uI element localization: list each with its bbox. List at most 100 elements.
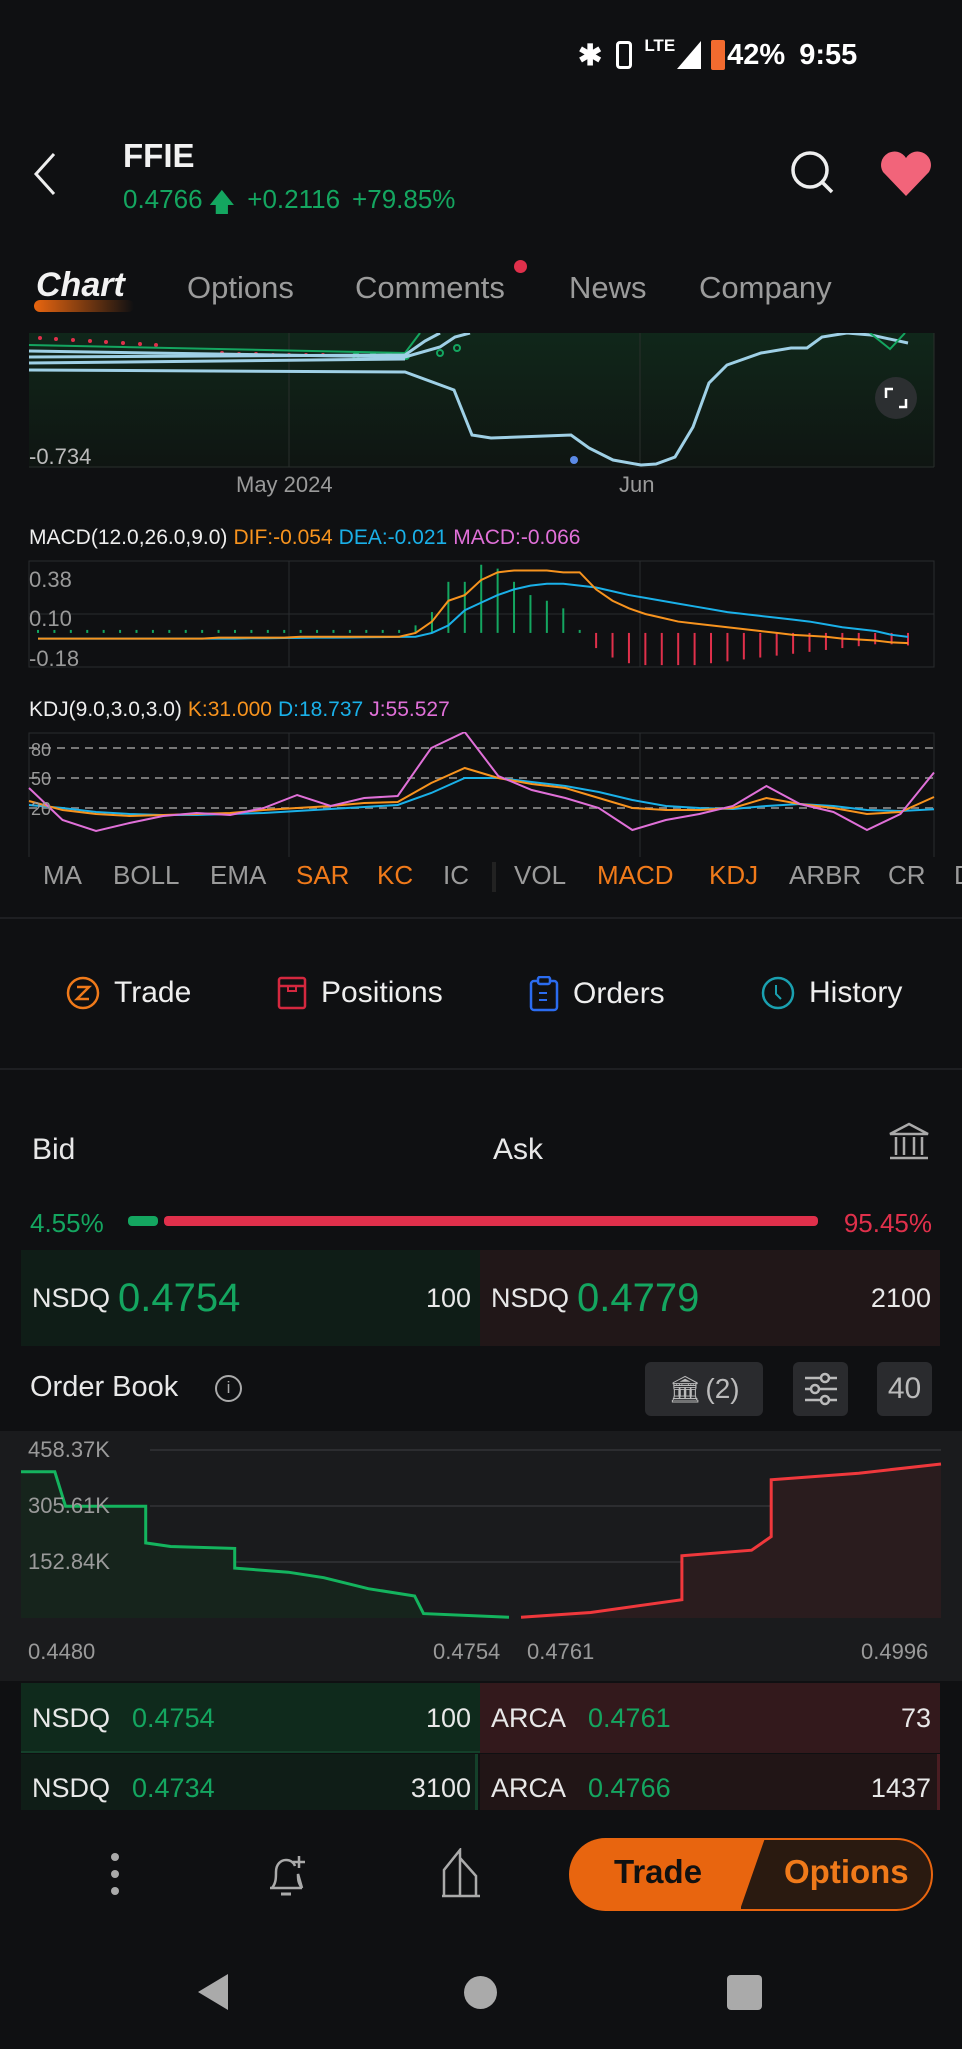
bank-icon: 🏛 bbox=[668, 1373, 702, 1404]
indicator-sar[interactable]: SAR bbox=[296, 860, 349, 891]
orders-action[interactable]: Orders bbox=[529, 976, 665, 1012]
expand-button[interactable] bbox=[875, 377, 917, 419]
tab-active-underline bbox=[34, 300, 134, 312]
trade-button-label: Trade bbox=[614, 1853, 703, 1890]
battery-percent: 42% bbox=[727, 38, 786, 71]
ask-exchange: NSDQ bbox=[491, 1282, 570, 1313]
kdj-chart[interactable] bbox=[0, 732, 962, 857]
depth-y-tick: 305.61K bbox=[28, 1493, 110, 1518]
size: 1437 bbox=[870, 1772, 931, 1803]
tab-news[interactable]: News bbox=[569, 270, 647, 306]
trade-action[interactable]: Trade bbox=[66, 976, 191, 1010]
exchange-bank-icon[interactable] bbox=[888, 1122, 930, 1162]
indicator-ema[interactable]: EMA bbox=[210, 860, 266, 891]
exchange: ARCA bbox=[491, 1702, 567, 1733]
indicator-vol[interactable]: VOL bbox=[514, 860, 566, 891]
bid-price: 0.4754 bbox=[118, 1275, 241, 1320]
indicator-arbr[interactable]: ARBR bbox=[789, 860, 861, 891]
bid-size: 100 bbox=[425, 1282, 471, 1313]
size: 3100 bbox=[410, 1772, 471, 1803]
macd-dea: DEA:-0.021 bbox=[338, 526, 448, 549]
add-alert-bell-icon[interactable] bbox=[266, 1850, 310, 1898]
exchanges-button[interactable]: 🏛 (2) bbox=[645, 1362, 763, 1416]
ask-price: 0.4779 bbox=[577, 1275, 700, 1320]
history-action[interactable]: History bbox=[761, 976, 902, 1010]
macd-y-tick: -0.18 bbox=[29, 646, 80, 671]
macd-y-tick: 0.38 bbox=[29, 567, 72, 592]
trade-label: Trade bbox=[114, 976, 192, 1009]
depth-level-button[interactable]: 40 bbox=[877, 1362, 932, 1416]
positions-icon bbox=[277, 976, 307, 1010]
kdj-title: KDJ(9.0,3.0,3.0) bbox=[29, 698, 182, 721]
signal-icon bbox=[677, 41, 702, 69]
indicator-kdj[interactable]: KDJ bbox=[709, 860, 758, 891]
indicator-ma[interactable]: MA bbox=[43, 860, 82, 891]
ask-row[interactable]: ARCA 0.4761 73 bbox=[491, 1695, 931, 1741]
search-icon[interactable] bbox=[788, 148, 838, 198]
depth-x-tick: 0.4480 bbox=[28, 1639, 96, 1664]
favorite-heart-icon[interactable] bbox=[878, 150, 934, 198]
price-change-pct: +79.85% bbox=[352, 184, 456, 214]
ask-row[interactable]: ARCA 0.4766 1437 bbox=[491, 1765, 931, 1810]
price-chart[interactable] bbox=[0, 333, 962, 473]
macd-title: MACD(12.0,26.0,9.0) bbox=[29, 526, 228, 549]
macd-dif: DIF:-0.054 bbox=[233, 526, 333, 549]
exchange: ARCA bbox=[491, 1772, 567, 1803]
macd-y-tick: 0.10 bbox=[29, 606, 72, 631]
ask-ratio-bar bbox=[164, 1216, 818, 1226]
tab-comments[interactable]: Comments bbox=[355, 270, 505, 306]
tab-company[interactable]: Company bbox=[699, 270, 832, 306]
best-ask: NSDQ 0.4779 2100 bbox=[491, 1270, 931, 1326]
back-button[interactable] bbox=[30, 150, 60, 198]
depth-x-tick: 0.4761 bbox=[527, 1639, 595, 1664]
ticker-symbol: FFIE bbox=[123, 137, 195, 174]
positions-action[interactable]: Positions bbox=[277, 976, 443, 1010]
nav-home-icon[interactable] bbox=[464, 1976, 497, 2009]
indicator-separator bbox=[492, 862, 496, 892]
x-label-jun: Jun bbox=[619, 472, 655, 497]
exchanges-count: (2) bbox=[705, 1373, 740, 1404]
event-marker[interactable] bbox=[570, 456, 578, 464]
back-chevron-icon bbox=[33, 152, 56, 196]
orders-label: Orders bbox=[573, 977, 665, 1010]
options-button-label: Options bbox=[784, 1853, 909, 1890]
indicator-cr[interactable]: CR bbox=[888, 860, 926, 891]
indicator-boll[interactable]: BOLL bbox=[113, 860, 180, 891]
info-icon[interactable]: i bbox=[215, 1375, 242, 1402]
bluetooth-icon: ✱ bbox=[578, 39, 603, 72]
indicator-ic[interactable]: IC bbox=[443, 860, 469, 891]
macd-chart[interactable] bbox=[0, 560, 962, 672]
kdj-j-line bbox=[28, 732, 935, 833]
filter-settings-button[interactable] bbox=[793, 1362, 848, 1416]
nav-recents-icon[interactable] bbox=[727, 1975, 762, 2010]
kdj-d: D:18.737 bbox=[277, 698, 364, 721]
price: 0.4766 bbox=[588, 1772, 671, 1803]
depth-x-tick: 0.4996 bbox=[861, 1639, 929, 1664]
bid-exchange: NSDQ bbox=[32, 1282, 111, 1313]
indicator-kc[interactable]: KC bbox=[377, 860, 413, 891]
macd-legend: MACD(12.0,26.0,9.0) DIF:-0.054 DEA:-0.02… bbox=[29, 526, 580, 550]
compare-shape-icon[interactable] bbox=[440, 1848, 486, 1900]
order-book-title: Order Book bbox=[30, 1371, 179, 1403]
status-bar: ✱ LTE 42% 9:55 bbox=[578, 36, 857, 74]
sliders-icon bbox=[804, 1372, 837, 1406]
price-change: +0.2116 bbox=[247, 184, 341, 214]
indicator-macd[interactable]: MACD bbox=[597, 860, 674, 891]
kdj-k: K:31.000 bbox=[187, 698, 272, 721]
nav-back-icon[interactable] bbox=[196, 1972, 232, 2012]
size: 100 bbox=[425, 1702, 471, 1733]
kdj-y-tick: 20 bbox=[31, 799, 52, 819]
bid-row[interactable]: NSDQ 0.4734 3100 bbox=[32, 1765, 471, 1810]
tab-options[interactable]: Options bbox=[187, 270, 294, 306]
depth-x-tick: 0.4754 bbox=[433, 1639, 501, 1664]
trade-z-icon bbox=[66, 976, 100, 1010]
plot-frame bbox=[28, 732, 935, 857]
up-arrow-icon: 🡅 bbox=[208, 187, 236, 217]
price: 0.4734 bbox=[132, 1772, 215, 1803]
indicator-d[interactable]: D bbox=[954, 860, 962, 891]
ask-size: 2100 bbox=[870, 1282, 931, 1313]
clock-icon bbox=[761, 976, 795, 1010]
vibrate-icon bbox=[616, 41, 633, 69]
more-vertical-icon[interactable] bbox=[105, 1852, 125, 1898]
bid-row[interactable]: NSDQ 0.4754 100 bbox=[32, 1695, 471, 1741]
